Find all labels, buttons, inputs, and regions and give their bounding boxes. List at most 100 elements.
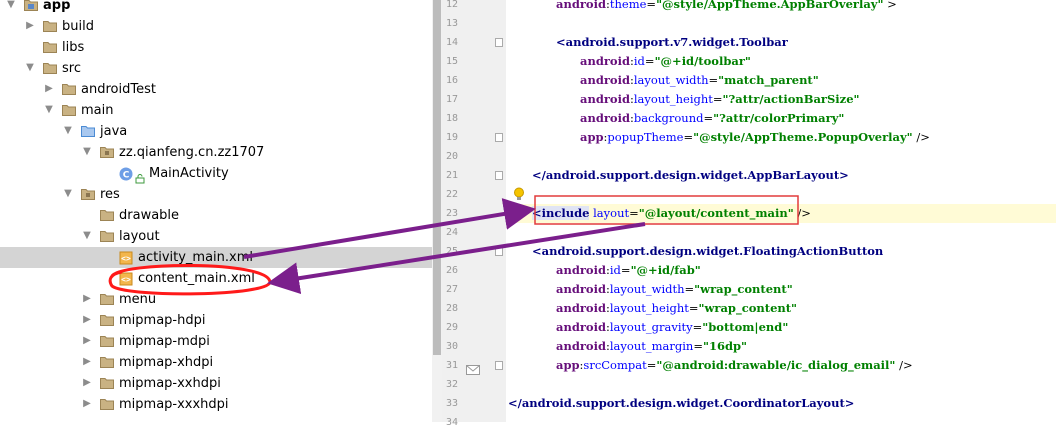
code-token: />	[895, 358, 913, 372]
line-number: 18	[445, 113, 458, 124]
tree-item-zz-qianfeng-cn-zz1707[interactable]: ▼ zz.qianfeng.cn.zz1707	[0, 142, 432, 163]
tree-item-label: main	[81, 103, 114, 118]
svg-text:<>: <>	[121, 254, 131, 263]
svg-text:<>: <>	[121, 275, 131, 284]
code-token: <android.support.design.widget.FloatingA…	[532, 244, 884, 258]
code-line[interactable]: android:id="@+id/fab"	[556, 261, 701, 280]
code-line[interactable]: android:layout_width="wrap_content"	[556, 280, 793, 299]
tree-item-main[interactable]: ▼ main	[0, 100, 432, 121]
code-line[interactable]: app:srcCompat="@android:drawable/ic_dial…	[556, 356, 913, 375]
module-folder-icon	[24, 0, 38, 11]
expand-arrow-icon[interactable]: ▶	[25, 21, 35, 31]
line-number: 24	[445, 227, 458, 238]
code-line[interactable]: <include layout="@layout/content_main" /…	[532, 204, 811, 223]
tree-item-java[interactable]: ▼ java	[0, 121, 432, 142]
code-token: android	[580, 73, 630, 87]
code-line[interactable]: android:layout_height="?attr/actionBarSi…	[580, 90, 860, 109]
tree-item-drawable[interactable]: drawable	[0, 205, 432, 226]
tree-item-activity-main-xml[interactable]: <> activity_main.xml	[0, 247, 432, 268]
code-token: srcCompat	[583, 358, 647, 372]
code-line[interactable]: android:background="?attr/colorPrimary"	[580, 109, 844, 128]
code-line[interactable]: app:popupTheme="@style/AppTheme.PopupOve…	[580, 128, 930, 147]
tree-scrollbar[interactable]	[432, 0, 442, 422]
tree-item-menu[interactable]: ▶ menu	[0, 289, 432, 310]
code-token: "wrap_content"	[694, 282, 793, 296]
fold-close-icon[interactable]	[495, 361, 503, 370]
svg-text:C: C	[123, 171, 130, 181]
code-line[interactable]: </android.support.design.widget.Coordina…	[508, 394, 854, 413]
folder-icon	[100, 335, 114, 347]
line-number: 28	[445, 303, 458, 314]
folder-icon	[100, 377, 114, 389]
code-line[interactable]: android:layout_margin="16dp"	[556, 337, 747, 356]
tree-item-androidtest[interactable]: ▶ androidTest	[0, 79, 432, 100]
fold-open-icon[interactable]	[495, 247, 503, 256]
tree-item-content-main-xml[interactable]: <> content_main.xml	[0, 268, 432, 289]
code-token: "bottom|end"	[702, 320, 789, 334]
code-token: =	[688, 301, 699, 315]
code-token: android	[556, 320, 606, 334]
collapse-arrow-icon[interactable]: ▼	[82, 231, 92, 241]
tree-scrollbar-thumb[interactable]	[433, 0, 441, 355]
tree-item-mipmap-xhdpi[interactable]: ▶ mipmap-xhdpi	[0, 352, 432, 373]
code-line[interactable]: android:layout_gravity="bottom|end"	[556, 318, 788, 337]
tree-item-build[interactable]: ▶ build	[0, 16, 432, 37]
email-drawable-icon	[466, 360, 480, 379]
code-token: =	[644, 54, 655, 68]
expand-arrow-icon[interactable]: ▶	[44, 84, 54, 94]
fold-close-icon[interactable]	[495, 133, 503, 142]
tree-item-libs[interactable]: libs	[0, 37, 432, 58]
code-token: android	[580, 111, 630, 125]
tree-item-mipmap-xxhdpi[interactable]: ▶ mipmap-xxhdpi	[0, 373, 432, 394]
expand-arrow-icon[interactable]: ▶	[82, 378, 92, 388]
collapse-arrow-icon[interactable]: ▼	[63, 189, 73, 199]
code-line[interactable]: <android.support.v7.widget.Toolbar	[556, 33, 788, 52]
code-token: >	[883, 0, 897, 11]
folder-icon	[100, 293, 114, 305]
line-number: 17	[445, 94, 458, 105]
fold-close-icon[interactable]	[495, 171, 503, 180]
collapse-arrow-icon[interactable]: ▼	[6, 0, 16, 10]
code-line[interactable]: android:id="@+id/toolbar"	[580, 52, 751, 71]
expand-arrow-icon[interactable]: ▶	[82, 294, 92, 304]
code-token: android	[556, 282, 606, 296]
tree-item-label: content_main.xml	[138, 271, 255, 286]
line-number: 13	[445, 18, 458, 29]
code-token: layout	[593, 206, 630, 220]
tree-item-res[interactable]: ▼ res	[0, 184, 432, 205]
code-line[interactable]: </android.support.design.widget.AppBarLa…	[532, 166, 849, 185]
code-line[interactable]: <android.support.design.widget.FloatingA…	[532, 242, 883, 261]
line-number: 25	[445, 246, 458, 257]
line-number: 29	[445, 322, 458, 333]
expand-arrow-icon[interactable]: ▶	[82, 399, 92, 409]
collapse-arrow-icon[interactable]: ▼	[25, 63, 35, 73]
tree-item-mipmap-mdpi[interactable]: ▶ mipmap-mdpi	[0, 331, 432, 352]
code-token: "wrap_content"	[698, 301, 798, 315]
tree-item-layout[interactable]: ▼ layout	[0, 226, 432, 247]
tree-item-label: build	[62, 19, 94, 34]
collapse-arrow-icon[interactable]: ▼	[82, 147, 92, 157]
tree-item-mainactivity[interactable]: C MainActivity	[0, 163, 432, 184]
fold-open-icon[interactable]	[495, 38, 503, 47]
class-c-icon: C	[119, 166, 133, 181]
intention-bulb-icon[interactable]	[513, 187, 525, 206]
code-line[interactable]: android:theme="@style/AppTheme.AppBarOve…	[556, 0, 897, 14]
collapse-arrow-icon[interactable]: ▼	[63, 126, 73, 136]
code-token: "?attr/actionBarSize"	[722, 92, 860, 106]
tree-item-app[interactable]: ▼ app	[0, 0, 432, 16]
source-folder-icon	[81, 125, 95, 137]
expand-arrow-icon[interactable]: ▶	[82, 357, 92, 367]
folder-icon	[100, 356, 114, 368]
tree-item-src[interactable]: ▼ src	[0, 58, 432, 79]
code-line[interactable]: android:layout_width="match_parent"	[580, 71, 819, 90]
expand-arrow-icon[interactable]: ▶	[82, 336, 92, 346]
tree-item-label: res	[100, 187, 120, 202]
tree-item-mipmap-xxxhdpi[interactable]: ▶ mipmap-xxxhdpi	[0, 394, 432, 415]
expand-arrow-icon[interactable]: ▶	[82, 315, 92, 325]
folder-icon	[100, 398, 114, 410]
tree-item-mipmap-hdpi[interactable]: ▶ mipmap-hdpi	[0, 310, 432, 331]
code-token: app	[556, 358, 580, 372]
code-line[interactable]: android:layout_height="wrap_content"	[556, 299, 797, 318]
collapse-arrow-icon[interactable]: ▼	[44, 105, 54, 115]
tree-item-label: MainActivity	[149, 166, 229, 181]
